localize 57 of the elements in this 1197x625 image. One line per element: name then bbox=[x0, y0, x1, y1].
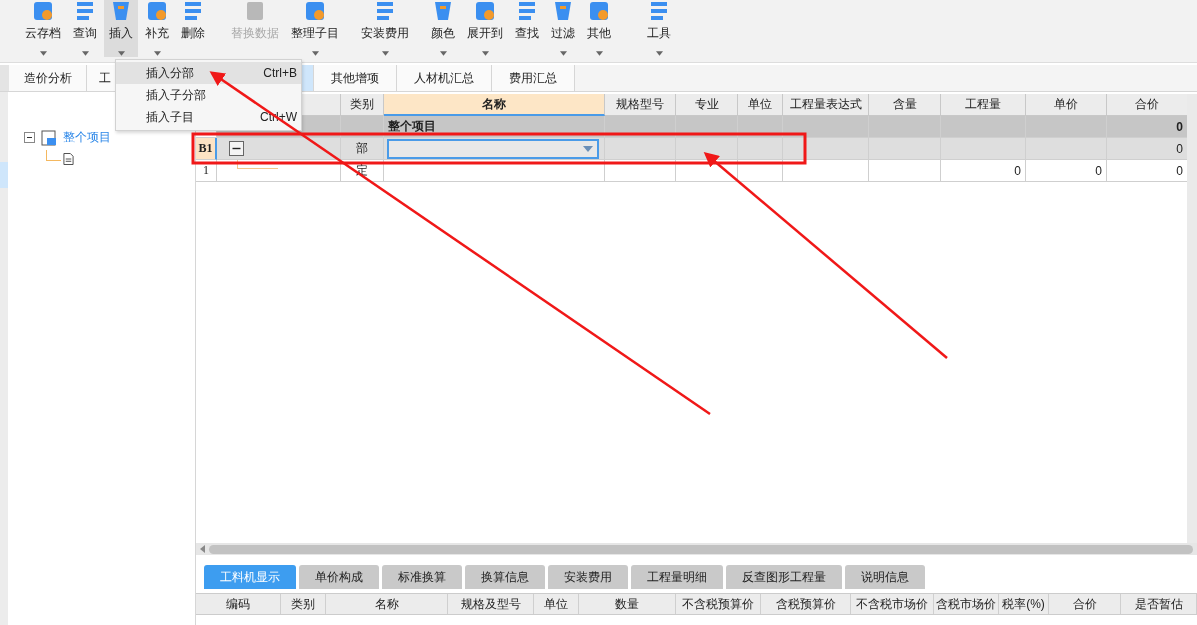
toolbar-button[interactable]: 云存档 bbox=[20, 0, 66, 57]
tab[interactable]: 单价构成 bbox=[299, 565, 379, 589]
menu-item[interactable]: 插入分部 Ctrl+B bbox=[116, 62, 301, 84]
column-header[interactable]: 单价 bbox=[1026, 94, 1107, 116]
tab[interactable]: 说明信息 bbox=[845, 565, 925, 589]
column-header[interactable]: 不含税预算价 bbox=[676, 594, 761, 614]
toolbar-button[interactable]: 删除 bbox=[176, 0, 210, 57]
tab[interactable]: 造价分析 bbox=[9, 65, 87, 91]
toolbar-button[interactable]: 展开到 bbox=[462, 0, 508, 57]
column-header[interactable]: 工程量表达式 bbox=[783, 94, 869, 116]
toolbar-button[interactable]: 颜色 bbox=[426, 0, 460, 57]
toolbar-button[interactable]: 插入 bbox=[104, 0, 138, 57]
column-header[interactable]: 编码 bbox=[196, 594, 281, 614]
toolbar-button[interactable]: 工具 bbox=[642, 0, 676, 57]
toolbar-button[interactable]: 查询 bbox=[68, 0, 102, 57]
row-number: B1 bbox=[196, 138, 217, 160]
tab[interactable]: 换算信息 bbox=[465, 565, 545, 589]
column-header[interactable]: 规格型号 bbox=[605, 94, 676, 116]
tab[interactable]: 标准换算 bbox=[382, 565, 462, 589]
column-header[interactable]: 工程量 bbox=[941, 94, 1026, 116]
toolbar-button[interactable]: 过滤 bbox=[546, 0, 580, 57]
column-header[interactable]: 含税市场价 bbox=[934, 594, 999, 614]
tab[interactable]: 费用汇总 bbox=[492, 65, 575, 91]
tree-item[interactable]: 整个项目 bbox=[63, 129, 111, 146]
column-header[interactable]: 是否暂估 bbox=[1121, 594, 1197, 614]
tab[interactable]: 人材机汇总 bbox=[397, 65, 492, 91]
toolbar-button[interactable]: 整理子目 bbox=[286, 0, 344, 57]
column-header[interactable]: 含量 bbox=[869, 94, 941, 116]
toolbar-button[interactable]: 其他 bbox=[582, 0, 616, 57]
column-header[interactable]: 合价 bbox=[1107, 94, 1188, 116]
table-cell: 0 bbox=[1107, 138, 1188, 160]
table-cell: 0 bbox=[941, 160, 1026, 182]
tab[interactable]: 反查图形工程量 bbox=[726, 565, 842, 589]
column-header[interactable]: 名称 bbox=[326, 594, 448, 614]
column-header[interactable]: 税率(%) bbox=[999, 594, 1049, 614]
column-header[interactable]: 类别 bbox=[341, 94, 384, 116]
toolbar-button[interactable]: 查找 bbox=[510, 0, 544, 57]
table-cell: 0 bbox=[1107, 116, 1188, 138]
table-cell: 整个项目 bbox=[384, 116, 605, 138]
column-header[interactable]: 专业 bbox=[676, 94, 738, 116]
column-header[interactable]: 单位 bbox=[738, 94, 783, 116]
table-cell: 0 bbox=[1026, 160, 1107, 182]
tab[interactable]: 工程量明细 bbox=[631, 565, 723, 589]
toolbar-button[interactable]: 补充 bbox=[140, 0, 174, 57]
column-header[interactable]: 合价 bbox=[1049, 594, 1121, 614]
menu-item[interactable]: 插入子分部 bbox=[116, 84, 301, 106]
column-header[interactable]: 不含税市场价 bbox=[851, 594, 934, 614]
column-header[interactable]: 规格及型号 bbox=[448, 594, 534, 614]
toolbar-button[interactable]: 安装费用 bbox=[356, 0, 414, 57]
column-header[interactable]: 单位 bbox=[534, 594, 579, 614]
column-header[interactable]: 数量 bbox=[579, 594, 676, 614]
column-header[interactable]: 名称 bbox=[384, 94, 605, 116]
table-cell: 部 bbox=[341, 138, 384, 160]
tab[interactable]: 安装费用 bbox=[548, 565, 628, 589]
tab[interactable]: 其他增项 bbox=[314, 65, 397, 91]
column-header[interactable]: 类别 bbox=[281, 594, 326, 614]
column-header[interactable]: 含税预算价 bbox=[761, 594, 851, 614]
